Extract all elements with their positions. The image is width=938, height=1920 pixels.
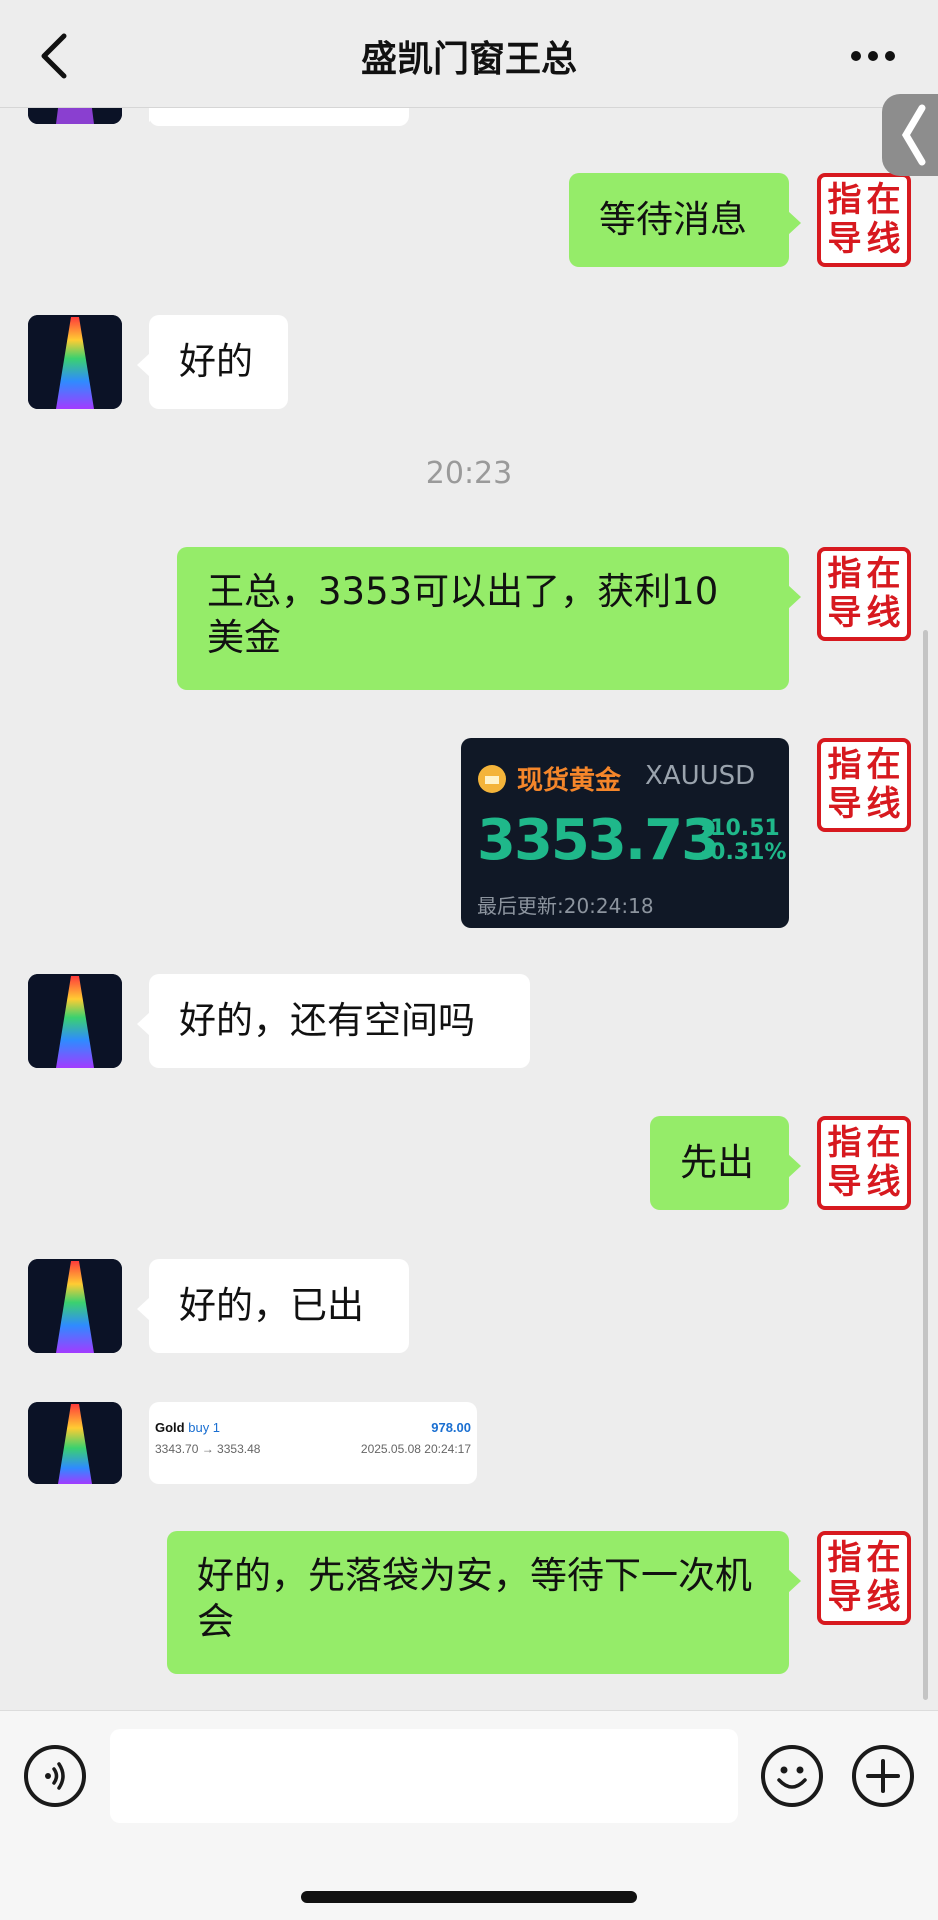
message-text: 好的，已出 bbox=[179, 1284, 364, 1327]
message-bubble-outgoing[interactable]: 先出 bbox=[650, 1116, 801, 1210]
message-bubble-incoming[interactable]: 好的，还有空间吗 bbox=[137, 974, 530, 1068]
seal-avatar[interactable]: 指 在 导 线 bbox=[817, 1531, 911, 1625]
scrollbar[interactable] bbox=[923, 630, 928, 1700]
message-text: 好的，先落袋为安，等待下一次机会 bbox=[197, 1554, 752, 1643]
seal-char: 导 bbox=[827, 1162, 862, 1202]
trade-record-image[interactable]: Gold buy 1 978.00 3343.70 → 3353.48 2025… bbox=[149, 1402, 477, 1484]
plus-button[interactable] bbox=[852, 1745, 914, 1807]
quote-change-pct: -0.31% bbox=[701, 840, 787, 865]
seal-avatar[interactable]: 指 在 导 线 bbox=[817, 1116, 911, 1210]
emoji-button[interactable] bbox=[761, 1745, 823, 1807]
message-bubble-outgoing[interactable]: 好的，先落袋为安，等待下一次机会 bbox=[167, 1531, 801, 1674]
message-text: 先出 bbox=[680, 1141, 754, 1184]
seal-char: 指 bbox=[827, 745, 862, 785]
emoji-icon bbox=[777, 1766, 807, 1789]
trade-time: 2025.05.08 20:24:17 bbox=[360, 1442, 471, 1456]
quote-price: 3353.73 bbox=[477, 808, 720, 873]
contact-avatar[interactable] bbox=[28, 315, 122, 409]
voice-button[interactable] bbox=[24, 1745, 86, 1807]
message-text: 好的 bbox=[179, 340, 253, 383]
message-bubble-outgoing[interactable]: 王总，3353可以出了，获利10美金 bbox=[177, 547, 801, 690]
chat-timestamp: 20:23 bbox=[425, 456, 513, 491]
message-input[interactable] bbox=[110, 1729, 738, 1823]
seal-char: 在 bbox=[866, 1123, 901, 1163]
tower-avatar-image bbox=[28, 974, 122, 1068]
more-button[interactable] bbox=[848, 42, 898, 70]
contact-avatar[interactable] bbox=[28, 974, 122, 1068]
voice-icon bbox=[45, 1762, 65, 1790]
message-text: 王总，3353可以出了，获利10美金 bbox=[207, 570, 719, 659]
message-bubble-incoming[interactable]: 好的 bbox=[137, 315, 288, 409]
home-indicator[interactable] bbox=[301, 1891, 637, 1903]
seal-char: 导 bbox=[827, 593, 862, 633]
message-text: 好的，还有空间吗 bbox=[179, 999, 475, 1042]
tower-avatar-image bbox=[28, 1259, 122, 1353]
contact-avatar[interactable] bbox=[28, 1259, 122, 1353]
seal-char: 在 bbox=[866, 745, 901, 785]
seal-char: 线 bbox=[866, 784, 901, 824]
quote-name: 现货黄金 bbox=[517, 766, 622, 796]
seal-char: 线 bbox=[866, 593, 901, 633]
trade-profit: 978.00 bbox=[431, 1420, 471, 1435]
top-bar: 盛凯门窗王总 bbox=[0, 0, 938, 108]
quote-updated: 最后更新:20:24:18 bbox=[477, 894, 654, 918]
seal-char: 导 bbox=[827, 784, 862, 824]
more-dots-icon bbox=[851, 51, 895, 61]
seal-char: 指 bbox=[827, 554, 862, 594]
message-text: 等待消息 bbox=[599, 198, 747, 241]
seal-char: 导 bbox=[827, 219, 862, 259]
quote-code: XAUUSD bbox=[645, 761, 756, 791]
trade-symbol: Gold bbox=[155, 1420, 185, 1435]
plus-icon bbox=[866, 1759, 900, 1793]
seal-char: 线 bbox=[866, 1577, 901, 1617]
gold-quote-image[interactable]: 现货黄金 XAUUSD 3353.73 -10.51 -0.31% 最后更新:2… bbox=[461, 738, 789, 928]
trade-prices: 3343.70 → 3353.48 bbox=[155, 1442, 261, 1456]
seal-char: 在 bbox=[866, 1538, 901, 1578]
seal-char: 在 bbox=[866, 180, 901, 220]
seal-char: 指 bbox=[827, 180, 862, 220]
seal-avatar[interactable]: 指 在 导 线 bbox=[817, 547, 911, 641]
gold-coin-icon bbox=[478, 765, 506, 793]
seal-char: 导 bbox=[827, 1577, 862, 1617]
tower-avatar-image bbox=[28, 315, 122, 409]
side-collapse-tab[interactable] bbox=[882, 94, 938, 176]
contact-avatar[interactable] bbox=[28, 1402, 122, 1484]
seal-char: 指 bbox=[827, 1123, 862, 1163]
trade-title: Gold buy 1 bbox=[155, 1420, 220, 1435]
seal-char: 线 bbox=[866, 1162, 901, 1202]
seal-char: 指 bbox=[827, 1538, 862, 1578]
input-bar bbox=[0, 1710, 938, 1920]
trade-side: buy 1 bbox=[188, 1420, 221, 1435]
seal-char: 在 bbox=[866, 554, 901, 594]
seal-char: 线 bbox=[866, 219, 901, 259]
chevron-left-icon bbox=[901, 104, 926, 166]
message-bubble-incoming[interactable]: 好的，已出 bbox=[137, 1259, 409, 1353]
chat-title: 盛凯门窗王总 bbox=[360, 39, 577, 80]
seal-avatar[interactable]: 指 在 导 线 bbox=[817, 173, 911, 267]
quote-change: -10.51 bbox=[701, 816, 780, 841]
seal-avatar[interactable]: 指 在 导 线 bbox=[817, 738, 911, 832]
message-bubble-outgoing[interactable]: 等待消息 bbox=[569, 173, 801, 267]
tower-avatar-image bbox=[28, 1402, 122, 1484]
